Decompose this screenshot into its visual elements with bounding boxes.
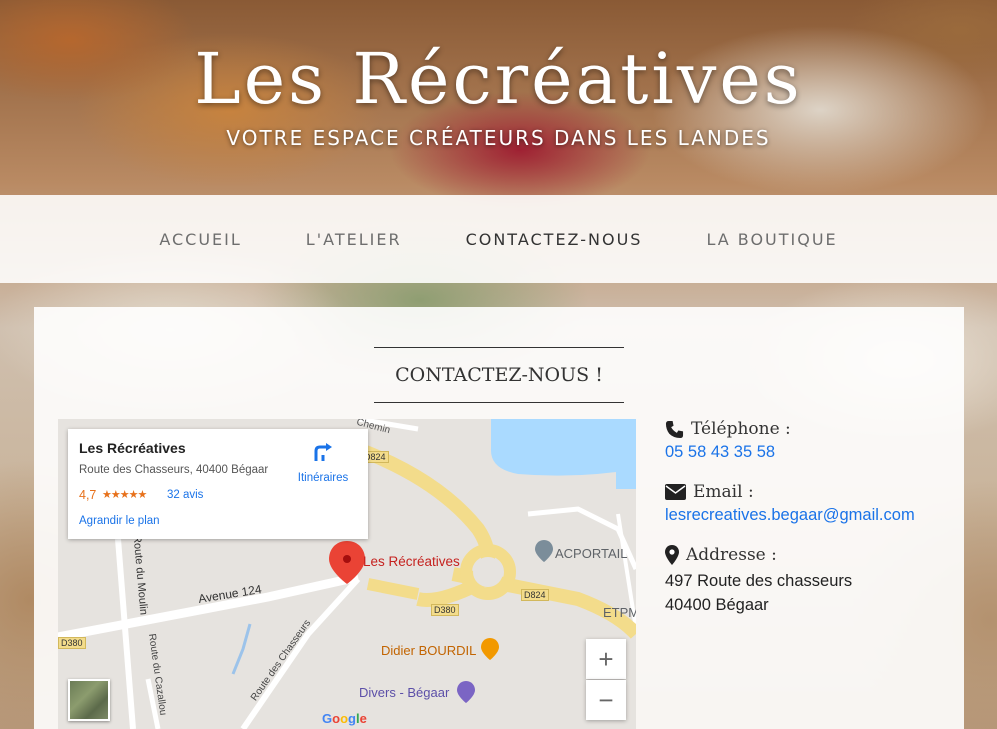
map-info-card: Les Récréatives Route des Chasseurs, 404… bbox=[68, 429, 368, 539]
map-pin-dot bbox=[343, 555, 351, 563]
map-water bbox=[490, 419, 636, 476]
address-line-1: 497 Route des chasseurs bbox=[665, 572, 853, 590]
nav-item-contact[interactable]: CONTACTEZ-NOUS bbox=[466, 230, 643, 249]
map-marker-icon bbox=[665, 545, 679, 565]
google-logo: Google bbox=[322, 711, 367, 726]
acportail-pin-icon bbox=[535, 540, 553, 562]
card-reviews-link[interactable]: 32 avis bbox=[167, 489, 203, 501]
card-address: Route des Chasseurs, 40400 Bégaar bbox=[79, 464, 269, 476]
section-title: CONTACTEZ-NOUS ! bbox=[374, 347, 624, 403]
poi-etpm[interactable]: ETPM bbox=[603, 605, 636, 620]
zoom-out-button[interactable]: − bbox=[586, 680, 626, 720]
nav-item-boutique[interactable]: LA BOUTIQUE bbox=[706, 230, 837, 249]
phone-label: Téléphone : bbox=[691, 419, 791, 439]
contact-info: Téléphone : 05 58 43 35 58 Email : lesre… bbox=[665, 419, 955, 637]
directions-icon bbox=[314, 443, 332, 461]
nav-item-atelier[interactable]: L'ATELIER bbox=[306, 230, 402, 249]
satellite-toggle[interactable] bbox=[68, 679, 110, 721]
card-stars: ★★★★★ bbox=[102, 489, 147, 501]
phone-block: Téléphone : 05 58 43 35 58 bbox=[665, 419, 955, 462]
email-block: Email : lesrecreatives.begaar@gmail.com bbox=[665, 482, 955, 525]
map-pin-label[interactable]: Les Récréatives bbox=[363, 554, 460, 569]
fuel-pin-icon bbox=[457, 681, 475, 703]
phone-link[interactable]: 05 58 43 35 58 bbox=[665, 443, 955, 462]
google-map[interactable]: Avenue 124 Route du Moulin Route du Caza… bbox=[58, 419, 636, 729]
road-d380 bbox=[366, 578, 420, 600]
email-label: Email : bbox=[693, 482, 754, 502]
email-link[interactable]: lesrecreatives.begaar@gmail.com bbox=[665, 506, 955, 525]
site-header: Les Récréatives VOTRE ESPACE CRÉATEURS D… bbox=[0, 0, 997, 195]
poi-didier-bourdil[interactable]: Didier BOURDIL bbox=[381, 643, 476, 658]
card-rating: 4,7 bbox=[79, 488, 97, 502]
map-water-strip bbox=[616, 419, 636, 489]
poi-divers-begaar[interactable]: Divers - Bégaar bbox=[359, 685, 449, 700]
zoom-in-button[interactable]: + bbox=[586, 639, 626, 679]
directions-label: Itinéraires bbox=[297, 472, 349, 484]
content-panel: CONTACTEZ-NOUS ! Avenue 124 Route du Mou… bbox=[34, 307, 964, 729]
nav-item-accueil[interactable]: ACCUEIL bbox=[159, 230, 241, 249]
roundabout-center bbox=[473, 557, 503, 587]
address-line-2: 40400 Bégaar bbox=[665, 596, 769, 614]
road-shield-d380-a: D380 bbox=[431, 604, 459, 616]
directions-button[interactable]: Itinéraires bbox=[293, 441, 353, 484]
site-title[interactable]: Les Récréatives bbox=[0, 38, 997, 120]
card-place-name: Les Récréatives bbox=[79, 440, 186, 456]
map-stream bbox=[231, 623, 252, 675]
road-shield-d380-b: D380 bbox=[58, 637, 86, 649]
address-block: Addresse : 497 Route des chasseurs 40400… bbox=[665, 545, 955, 617]
site-tagline: VOTRE ESPACE CRÉATEURS DANS LES LANDES bbox=[226, 126, 771, 150]
main-nav: ACCUEIL L'ATELIER CONTACTEZ-NOUS LA BOUT… bbox=[0, 195, 997, 283]
address-label: Addresse : bbox=[686, 545, 777, 565]
road-moulin bbox=[115, 538, 136, 729]
poi-acportail[interactable]: ACPORTAIL bbox=[555, 546, 627, 561]
road-shield-d824-b: D824 bbox=[521, 589, 549, 601]
enlarge-map-link[interactable]: Agrandir le plan bbox=[79, 515, 160, 527]
phone-icon bbox=[665, 420, 684, 438]
restaurant-pin-icon bbox=[481, 638, 499, 660]
envelope-icon bbox=[665, 484, 686, 500]
